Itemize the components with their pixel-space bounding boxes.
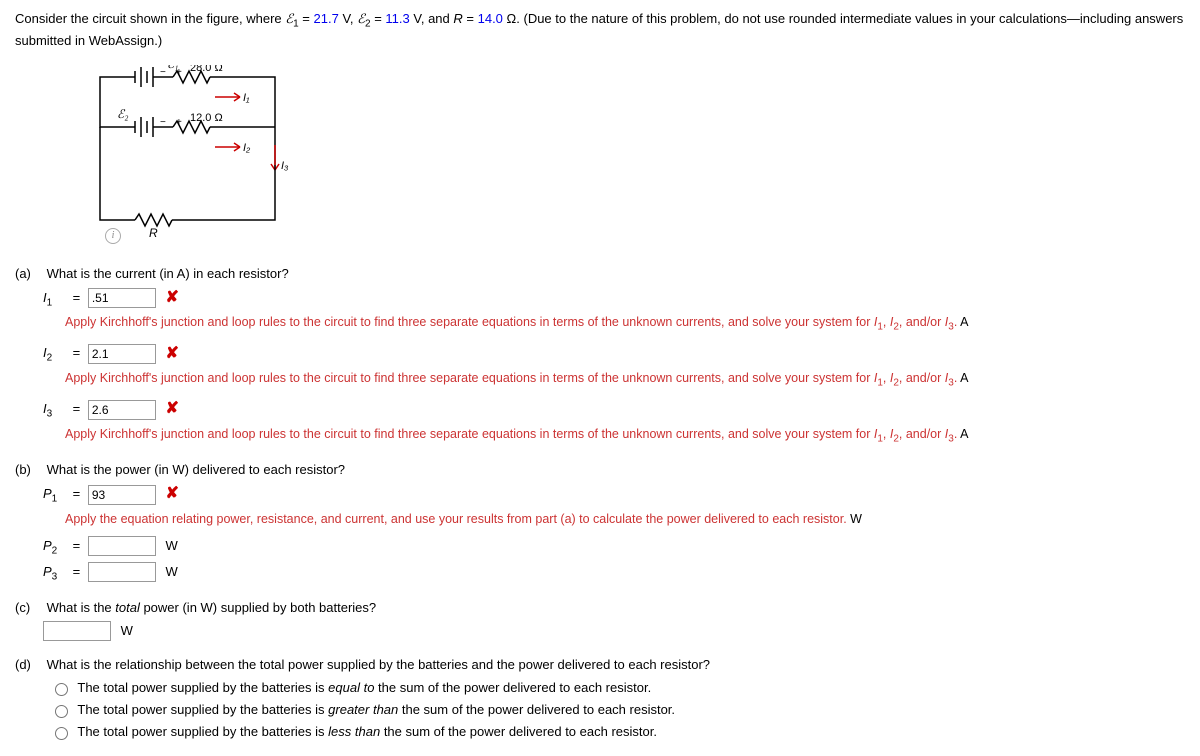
p3-input[interactable] (88, 562, 156, 582)
info-icon[interactable]: i (105, 228, 121, 244)
incorrect-icon: ✘ (165, 289, 178, 306)
i1-input[interactable] (88, 288, 156, 308)
circuit-e2-label: ℰ₂ (117, 107, 128, 121)
part-b-question: What is the power (in W) delivered to ea… (47, 462, 345, 477)
problem-statement: Consider the circuit shown in the figure… (15, 10, 1185, 50)
p1-feedback: Apply the equation relating power, resis… (65, 511, 1185, 529)
option-less-radio[interactable] (55, 727, 68, 740)
p2-input[interactable] (88, 536, 156, 556)
svg-text:+: + (176, 67, 182, 78)
incorrect-icon: ✘ (165, 345, 178, 362)
part-b-label: (b) (15, 461, 43, 479)
part-b: (b) What is the power (in W) delivered t… (15, 461, 1185, 584)
part-a-label: (a) (15, 265, 43, 283)
option-equal-radio[interactable] (55, 683, 68, 696)
p1-input[interactable] (88, 485, 156, 505)
part-d-label: (d) (15, 656, 43, 674)
i2-feedback: Apply Kirchhoff's junction and loop rule… (65, 370, 1185, 391)
part-a: (a) What is the current (in A) in each r… (15, 265, 1185, 446)
incorrect-icon: ✘ (165, 400, 178, 417)
i2-input[interactable] (88, 344, 156, 364)
svg-text:+: + (176, 117, 182, 128)
circuit-diagram: ℰ₁ − + 28.0 Ω I₁ ℰ₂ − + 12.0 Ω I₂ I₃ R i (75, 65, 295, 245)
i1-feedback: Apply Kirchhoff's junction and loop rule… (65, 314, 1185, 335)
circuit-r1-label: 28.0 Ω (190, 65, 223, 74)
i3-feedback: Apply Kirchhoff's junction and loop rule… (65, 426, 1185, 447)
part-c-label: (c) (15, 599, 43, 617)
part-c: (c) What is the total power (in W) suppl… (15, 599, 1185, 641)
circuit-i1-label: I₁ (243, 92, 250, 104)
option-equal-label: The total power supplied by the batterie… (77, 680, 651, 695)
option-greater-label: The total power supplied by the batterie… (77, 702, 675, 717)
part-c-question: What is the total power (in W) supplied … (47, 600, 377, 615)
circuit-i3-label: I₃ (281, 160, 289, 172)
circuit-r2-label: 12.0 Ω (190, 112, 223, 124)
circuit-i2-label: I₂ (243, 142, 251, 154)
i3-input[interactable] (88, 400, 156, 420)
incorrect-icon: ✘ (165, 485, 178, 502)
svg-text:−: − (160, 117, 166, 128)
total-power-input[interactable] (43, 621, 111, 641)
part-a-question: What is the current (in A) in each resis… (47, 266, 289, 281)
circuit-r-label: R (149, 226, 158, 240)
svg-text:−: − (160, 67, 166, 78)
part-d: (d) What is the relationship between the… (15, 656, 1185, 741)
option-less-label: The total power supplied by the batterie… (77, 724, 657, 739)
option-greater-radio[interactable] (55, 705, 68, 718)
